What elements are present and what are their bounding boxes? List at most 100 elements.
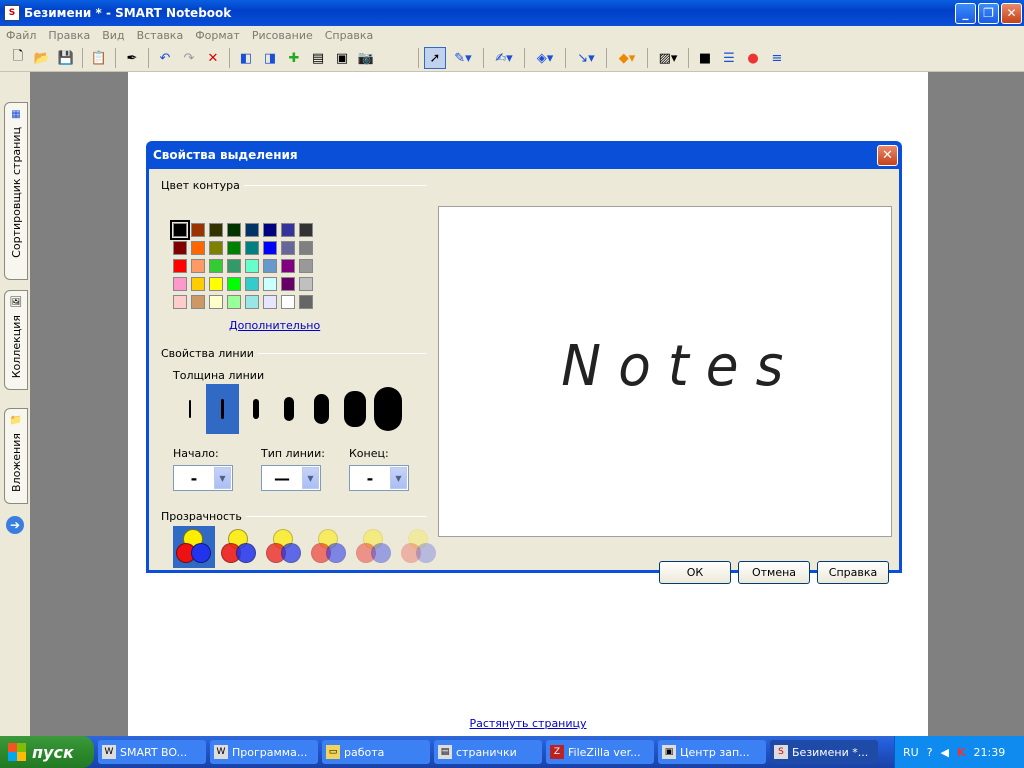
color-swatch[interactable] (191, 223, 205, 237)
color-swatch[interactable] (191, 295, 205, 309)
tab-gallery[interactable]: 🖼 Коллекция (4, 290, 28, 390)
color-swatch[interactable] (245, 277, 259, 291)
transparency-option[interactable] (398, 526, 440, 568)
taskbar-item[interactable]: W Программа... (210, 740, 318, 764)
help-button[interactable]: Справка (817, 561, 889, 584)
color-swatch[interactable] (299, 277, 313, 291)
minimize-button[interactable]: _ (955, 2, 976, 24)
color-swatch[interactable] (263, 223, 277, 237)
color-swatch[interactable] (209, 259, 223, 273)
creative-pen-icon[interactable]: ✍▾ (489, 47, 519, 69)
line-width-option[interactable] (239, 384, 272, 434)
menu-insert[interactable]: Вставка (131, 29, 190, 42)
back-arrow-icon[interactable]: ◀ (941, 746, 949, 759)
color-swatch[interactable] (209, 223, 223, 237)
ok-button[interactable]: ОК (659, 561, 731, 584)
arrow-right-icon[interactable]: ➔ (6, 516, 24, 534)
color-swatch[interactable] (227, 295, 241, 309)
color-swatch[interactable] (245, 295, 259, 309)
taskbar-item[interactable]: W SMART BO... (98, 740, 206, 764)
taskbar-item[interactable]: ▣ Центр зап... (658, 740, 766, 764)
taskbar-item[interactable]: Z FileZilla ver... (546, 740, 654, 764)
menu-edit[interactable]: Правка (42, 29, 96, 42)
color-swatch[interactable] (209, 241, 223, 255)
screen-shade-icon[interactable]: ▤ (307, 47, 329, 69)
transparency-option[interactable] (173, 526, 215, 568)
previous-page-icon[interactable]: ◧ (235, 47, 257, 69)
language-indicator[interactable]: RU (903, 746, 919, 759)
line-icon[interactable]: ↘▾ (571, 47, 601, 69)
color-swatch[interactable] (299, 295, 313, 309)
color-swatch[interactable] (245, 259, 259, 273)
color-swatch[interactable] (263, 277, 277, 291)
color-swatch[interactable] (227, 259, 241, 273)
next-page-icon[interactable]: ◨ (259, 47, 281, 69)
color-swatch[interactable] (227, 277, 241, 291)
color-swatch[interactable] (281, 223, 295, 237)
redo-icon[interactable]: ↷ (178, 47, 200, 69)
shapes-icon[interactable]: ◆▾ (612, 47, 642, 69)
color-swatch[interactable] (281, 259, 295, 273)
color-swatch[interactable] (173, 259, 187, 273)
transparency-option[interactable] (353, 526, 395, 568)
undo-icon[interactable]: ↶ (154, 47, 176, 69)
transparency-option[interactable] (218, 526, 260, 568)
color-swatch[interactable] (227, 223, 241, 237)
color-swatch[interactable] (281, 241, 295, 255)
dialog-close-button[interactable]: ✕ (877, 144, 898, 166)
color-swatch[interactable] (281, 277, 295, 291)
color-swatch[interactable] (299, 223, 313, 237)
transparency-option[interactable] (308, 526, 350, 568)
menu-draw[interactable]: Рисование (246, 29, 319, 42)
line-width-icon[interactable]: ☰ (718, 47, 740, 69)
full-screen-icon[interactable]: ▣ (331, 47, 353, 69)
menu-format[interactable]: Формат (189, 29, 246, 42)
tab-page-sorter[interactable]: ▦ Сортировщик страниц (4, 102, 28, 280)
color-swatch[interactable] (299, 259, 313, 273)
color-swatch[interactable] (173, 241, 187, 255)
color-swatch[interactable] (191, 241, 205, 255)
line-color-icon[interactable]: ■ (694, 47, 716, 69)
save-icon[interactable]: 💾 (55, 47, 77, 69)
paste-icon[interactable]: 📋 (88, 47, 110, 69)
more-colors-link[interactable]: Дополнительно (229, 319, 320, 332)
pen-icon[interactable]: ✎▾ (448, 47, 478, 69)
color-swatch[interactable] (209, 295, 223, 309)
color-swatch[interactable] (191, 277, 205, 291)
stretch-page-link[interactable]: Растянуть страницу (128, 717, 928, 730)
start-style-select[interactable]: - ▼ (173, 465, 233, 491)
line-width-option[interactable] (206, 384, 239, 434)
help-icon[interactable]: ? (927, 746, 933, 759)
menu-view[interactable]: Вид (96, 29, 130, 42)
taskbar-item[interactable]: ▭ работа (322, 740, 430, 764)
magic-pen-icon[interactable]: ✒ (121, 47, 143, 69)
color-swatch[interactable] (170, 220, 190, 240)
new-page-icon[interactable]: 🗋 (7, 47, 29, 69)
menu-file[interactable]: Файл (0, 29, 42, 42)
taskbar-item-active[interactable]: S Безимени *... (770, 740, 878, 764)
delete-icon[interactable]: ✕ (202, 47, 224, 69)
antivirus-icon[interactable]: K (957, 746, 966, 759)
line-width-option[interactable] (371, 384, 404, 434)
open-folder-icon[interactable]: 📂 (31, 47, 53, 69)
select-pointer-icon[interactable]: ➚ (424, 47, 446, 69)
line-width-option[interactable] (338, 384, 371, 434)
color-swatch[interactable] (173, 295, 187, 309)
color-swatch[interactable] (209, 277, 223, 291)
tab-attachments[interactable]: 📁 Вложения (4, 408, 28, 504)
cancel-button[interactable]: Отмена (738, 561, 810, 584)
line-width-option[interactable] (305, 384, 338, 434)
color-swatch[interactable] (281, 295, 295, 309)
line-width-option[interactable] (272, 384, 305, 434)
color-swatch[interactable] (173, 277, 187, 291)
color-swatch[interactable] (263, 259, 277, 273)
line-width-option[interactable] (173, 384, 206, 434)
properties-icon[interactable]: ≡ (766, 47, 788, 69)
color-swatch[interactable] (263, 295, 277, 309)
color-swatch[interactable] (245, 223, 259, 237)
fill-icon[interactable]: ▨▾ (653, 47, 683, 69)
line-type-select[interactable]: — ▼ (261, 465, 321, 491)
transparency-option[interactable] (263, 526, 305, 568)
color-swatch[interactable] (263, 241, 277, 255)
close-button[interactable]: ✕ (1001, 2, 1022, 24)
